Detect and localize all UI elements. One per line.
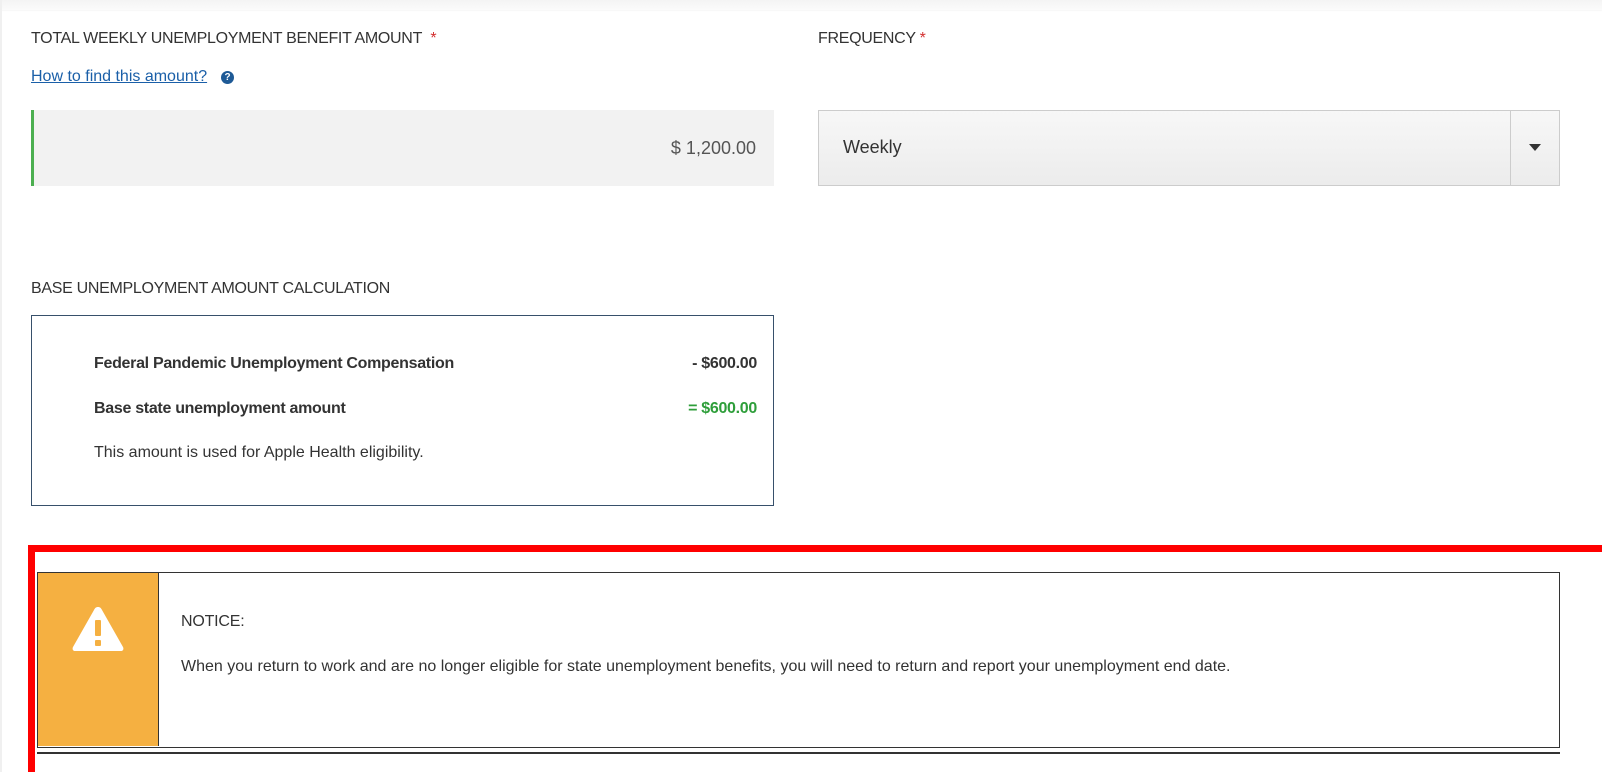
frequency-label-text: FREQUENCY xyxy=(818,30,916,47)
left-edge-shadow xyxy=(0,0,2,772)
notice-panel: NOTICE: When you return to work and are … xyxy=(37,572,1560,748)
fpuc-label: Federal Pandemic Unemployment Compensati… xyxy=(94,355,454,372)
benefit-amount-label: TOTAL WEEKLY UNEMPLOYMENT BENEFIT AMOUNT… xyxy=(31,30,437,48)
frequency-dropdown-toggle[interactable] xyxy=(1510,111,1559,185)
frequency-label: FREQUENCY * xyxy=(818,30,926,48)
how-to-find-amount-link[interactable]: How to find this amount?? xyxy=(31,68,235,86)
calculation-box: Federal Pandemic Unemployment Compensati… xyxy=(31,315,774,506)
caret-down-icon xyxy=(1529,144,1541,151)
benefit-amount-field[interactable] xyxy=(31,110,774,186)
notice-icon-column xyxy=(38,573,159,746)
required-asterisk: * xyxy=(430,30,437,47)
notice-title: NOTICE: xyxy=(181,613,245,630)
unemployment-income-page: TOTAL WEEKLY UNEMPLOYMENT BENEFIT AMOUNT… xyxy=(0,0,1602,772)
top-bar xyxy=(0,0,1602,10)
notice-body: When you return to work and are no longe… xyxy=(181,658,1231,675)
question-circle-icon[interactable]: ? xyxy=(221,71,235,84)
required-asterisk: * xyxy=(919,30,926,47)
frequency-selected-value: Weekly xyxy=(843,137,902,157)
benefit-amount-input[interactable] xyxy=(34,110,774,186)
notice-divider xyxy=(37,752,1560,754)
how-to-find-amount-link-text: How to find this amount? xyxy=(31,68,208,85)
calculation-heading: BASE UNEMPLOYMENT AMOUNT CALCULATION xyxy=(31,280,391,297)
fpuc-value: - $600.00 xyxy=(692,355,757,372)
base-state-amount-value: = $600.00 xyxy=(688,400,757,417)
base-state-amount-label: Base state unemployment amount xyxy=(94,400,346,417)
frequency-select[interactable]: Weekly xyxy=(818,110,1560,186)
apple-health-note: This amount is used for Apple Health eli… xyxy=(94,444,424,461)
benefit-amount-label-text: TOTAL WEEKLY UNEMPLOYMENT BENEFIT AMOUNT xyxy=(31,30,423,47)
warning-triangle-icon xyxy=(72,607,124,651)
